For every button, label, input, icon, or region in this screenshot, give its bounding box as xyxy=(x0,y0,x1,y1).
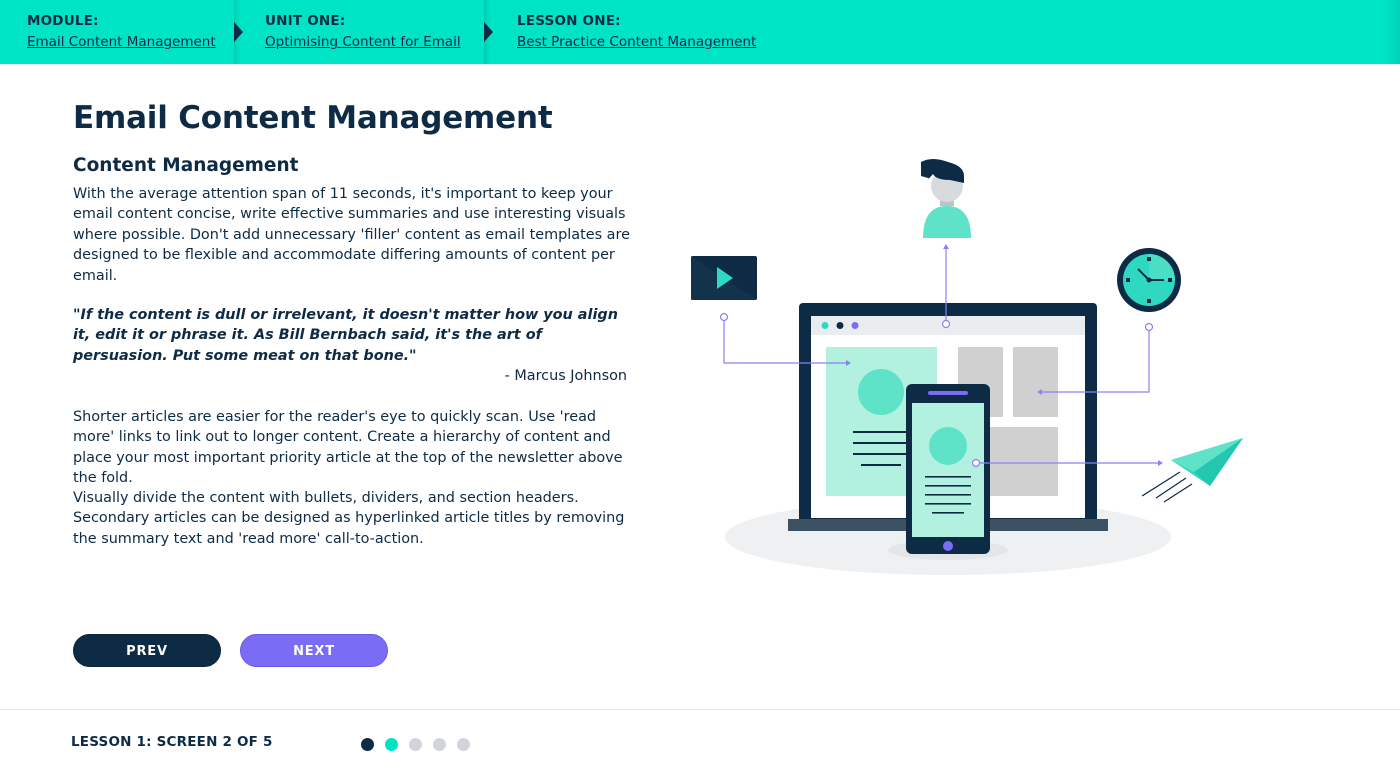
progress-dot[interactable] xyxy=(457,738,470,751)
breadcrumb-lesson: LESSON ONE: Best Practice Content Manage… xyxy=(490,0,890,64)
footer-divider xyxy=(0,709,1400,710)
quote-author: - Marcus Johnson xyxy=(504,368,627,384)
body-paragraph: With the average attention span of 11 se… xyxy=(73,186,630,284)
breadcrumb-lesson-label: LESSON ONE: xyxy=(517,13,621,29)
progress-dot[interactable] xyxy=(409,738,422,751)
breadcrumb-unit-link[interactable]: Optimising Content for Email xyxy=(265,34,484,50)
prev-button[interactable]: PREV xyxy=(73,634,221,667)
breadcrumb-lesson-link[interactable]: Best Practice Content Management xyxy=(517,34,890,50)
breadcrumb-module-label: MODULE: xyxy=(27,13,99,29)
breadcrumb-module-link[interactable]: Email Content Management xyxy=(27,34,234,50)
breadcrumb-module: MODULE: Email Content Management xyxy=(0,0,234,64)
progress-dot[interactable] xyxy=(385,738,398,751)
clock-icon xyxy=(1117,248,1181,312)
breadcrumb-unit-label: UNIT ONE: xyxy=(265,13,346,29)
progress-dot[interactable] xyxy=(433,738,446,751)
body-paragraph: Visually divide the content with bullets… xyxy=(73,490,625,547)
user-avatar-icon xyxy=(921,159,971,238)
page-title: Email Content Management xyxy=(73,100,553,136)
breadcrumb-bar: MODULE: Email Content Management UNIT ON… xyxy=(0,0,1400,64)
breadcrumb-unit: UNIT ONE: Optimising Content for Email xyxy=(240,0,484,64)
scrollbar-edge xyxy=(1384,0,1400,64)
video-play-icon xyxy=(691,256,757,300)
email-content-illustration xyxy=(691,159,1243,575)
next-button[interactable]: NEXT xyxy=(240,634,388,667)
pull-quote: "If the content is dull or irrelevant, i… xyxy=(73,307,618,364)
body-paragraph: Shorter articles are easier for the read… xyxy=(73,409,623,487)
smartphone-icon xyxy=(888,384,1008,560)
paper-plane-icon xyxy=(1141,438,1243,503)
progress-dot[interactable] xyxy=(361,738,374,751)
screen-progress-label: LESSON 1: SCREEN 2 OF 5 xyxy=(71,734,273,750)
section-heading: Content Management xyxy=(73,155,299,176)
